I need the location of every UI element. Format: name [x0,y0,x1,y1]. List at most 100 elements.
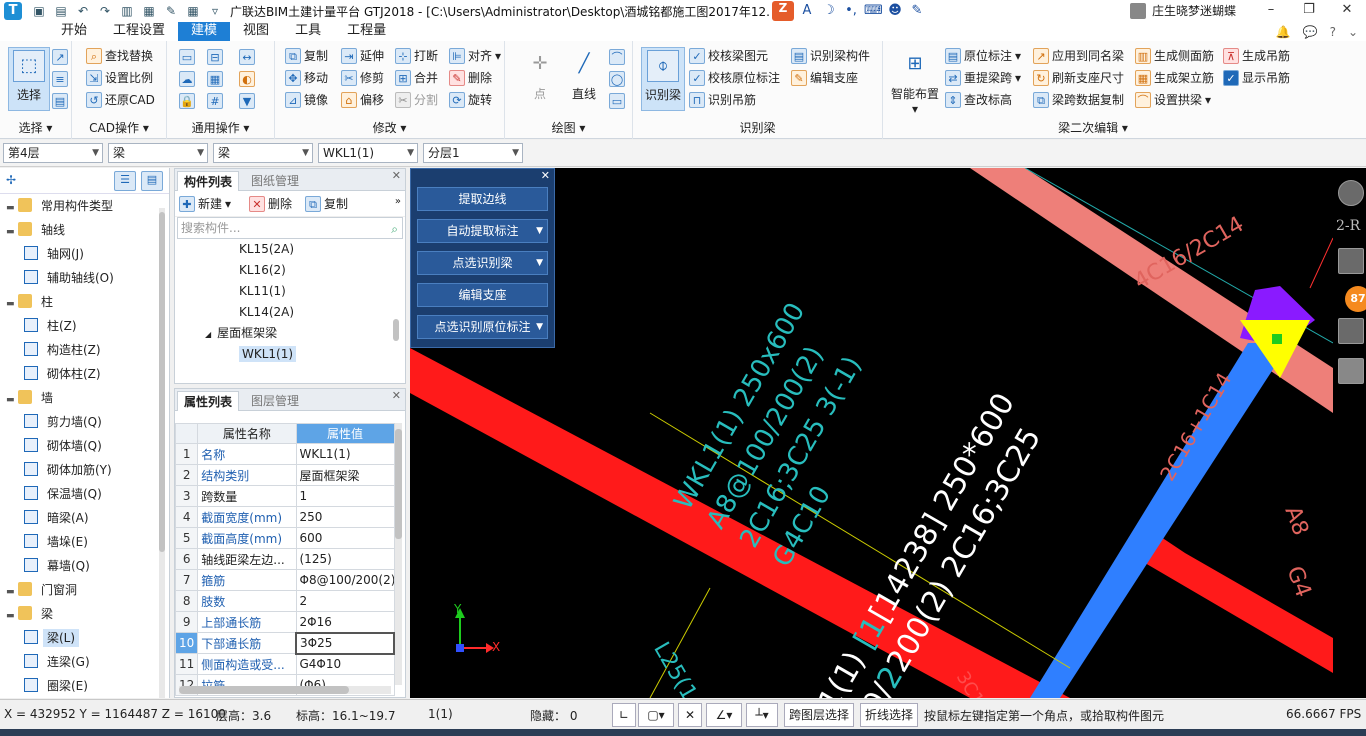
table-row[interactable]: 6 轴线距梁左边... (125) [175,548,395,570]
properties-scrollbar[interactable] [395,423,402,685]
chevron-down-icon[interactable]: ▼ [536,316,543,338]
new-component-button[interactable]: ✚ 新建 ▾ [179,194,231,214]
nav-scrollbar[interactable] [159,208,165,698]
in-situ-label-button[interactable]: ▤ 原位标注 ▾ [945,46,1021,66]
collapse-ribbon-icon[interactable]: ⌄ [1348,25,1358,39]
dimension-icon[interactable]: ⊟ [207,49,223,65]
tab-quantities[interactable]: 工程量 [334,22,399,41]
draw-line-button[interactable]: ╱ 直线 [563,47,605,111]
offset-toggle[interactable]: ┴▾ [746,703,778,727]
tree-item[interactable]: 幕墙(Q) [0,554,169,578]
property-value[interactable]: 2 [295,590,395,612]
property-value[interactable]: 2Φ16 [295,611,395,633]
layer-select[interactable]: 分层1 ▼ [423,143,523,163]
delete-component-button[interactable]: ✕ 删除 [249,194,292,214]
check-beam-button[interactable]: ✓ 校核梁图元 [689,46,768,66]
table-row[interactable]: 10 下部通长筋 3Φ25 [175,631,395,655]
calc-icon[interactable]: ▦ [141,3,157,19]
component-scrollbar[interactable] [393,319,399,341]
expand-icon[interactable]: ▬ [6,196,18,220]
snap-toggle[interactable]: ▢▾ [638,703,674,727]
lock-icon[interactable]: 🔒 [179,93,195,109]
table-row[interactable]: 5 截面高度(mm) 600 [175,527,395,549]
table-row[interactable]: 8 肢数 2 [175,590,395,612]
smart-layout-button[interactable]: ⊞ 智能布置 ▾ [889,47,941,116]
rect-icon[interactable]: ▭ [609,93,625,109]
measure-icon[interactable]: ↔ [239,49,255,65]
tree-category[interactable]: ▬ 梁 [0,602,169,626]
ime-moon-icon[interactable]: ☽ [820,2,838,20]
group-label-secondary[interactable]: 梁二次编辑 ▾ [883,119,1303,137]
grid-icon[interactable]: ▦ [185,3,201,19]
tree-item[interactable]: 剪力墙(Q) [0,410,169,434]
component-search-input[interactable]: 搜索构件... ⌕ [177,217,403,239]
progress-badge[interactable]: 87 [1345,286,1366,312]
osnap-toggle[interactable]: ✕ [678,703,702,727]
ortho-toggle[interactable]: ∟ [612,703,636,727]
set-scale-button[interactable]: ⇲ 设置比例 [86,68,153,88]
component-select[interactable]: WKL1(1) ▼ [318,143,418,163]
collapse-icon[interactable]: ◢ [205,330,211,339]
chat-icon[interactable]: 💬 [1303,25,1318,39]
property-value[interactable]: 1 [295,485,395,507]
draw-point-button[interactable]: ✛ 点 [519,47,561,111]
collapse-icon[interactable]: ▬ [6,388,18,412]
restore-button[interactable]: ❐ [1290,0,1328,22]
tree-item[interactable]: 砌体柱(Z) [0,362,169,386]
search-icon[interactable]: ⌕ [391,219,398,239]
chevron-down-icon[interactable]: ▼ [536,252,543,274]
collapse-icon[interactable]: ▬ [6,220,18,244]
property-value[interactable]: WKL1(1) [295,443,395,465]
show-hanger-checkbox[interactable]: ✓ 显示吊筋 [1223,68,1290,88]
view-cube-icon[interactable] [1338,180,1364,206]
gen-hanger-button[interactable]: ⊼ 生成吊筋 [1223,46,1290,66]
tree-category[interactable]: ▬ 常用构件类型 [0,194,169,218]
grid-snap-icon[interactable]: # [207,93,223,109]
user-account[interactable]: 庄生晓梦迷蝴蝶 [1129,0,1236,22]
set-arch-beam-button[interactable]: ⌒ 设置拱梁 ▾ [1135,90,1211,110]
batch-select-icon[interactable]: ≡ [52,71,68,87]
chevron-down-icon[interactable]: ▼ [536,220,543,242]
property-value[interactable]: (125) [295,548,395,570]
property-value[interactable]: 屋面框架梁 [295,464,395,486]
check-elevation-button[interactable]: ⇕ 查改标高 [945,90,1012,110]
re-extract-span-button[interactable]: ⇄ 重提梁跨 ▾ [945,68,1021,88]
tree-category[interactable]: ▬ 柱 [0,290,169,314]
tree-item[interactable]: 辅助轴线(O) [0,266,169,290]
list-item[interactable]: WKL1(1) [175,344,405,365]
minimize-button[interactable]: – [1252,0,1290,22]
undo-icon[interactable]: ↶ [75,3,91,19]
filter-select-icon[interactable]: ▤ [52,93,68,109]
list-item[interactable]: KL14(2A) [175,302,405,323]
restore-cad-button[interactable]: ↺ 还原CAD [86,90,155,110]
tree-category[interactable]: ▬ 门窗洞 [0,578,169,602]
cloud-icon[interactable]: ☁ [179,71,195,87]
properties-hscrollbar[interactable] [179,686,391,694]
new-file-icon[interactable]: ▤ [53,3,69,19]
table-row[interactable]: 7 箍筋 Φ8@100/200(2) [175,569,395,591]
table-row[interactable]: 4 截面宽度(mm) 250 [175,506,395,528]
ime-punct-icon[interactable]: •, [842,2,860,20]
type-select[interactable]: 梁 ▼ [108,143,208,163]
bell-icon[interactable]: 🔔 [1276,25,1291,39]
collapse-icon[interactable]: ▬ [6,292,18,316]
mirror-button[interactable]: ⊿ 镜像 [285,90,328,110]
close-icon[interactable]: ✕ [392,389,401,402]
arc-icon[interactable]: ⌒ [609,49,625,65]
group-label-cad[interactable]: CAD操作 ▾ [72,119,166,137]
float-action-button[interactable]: 编辑支座 [417,283,548,307]
edit-support-button[interactable]: ✎ 编辑支座 [791,68,858,88]
delete-button[interactable]: ✎ 删除 [449,68,492,88]
floor-select[interactable]: 第4层 ▼ [3,143,103,163]
tree-item[interactable]: 保温墙(Q) [0,482,169,506]
property-value[interactable]: 3Φ25 [295,631,395,655]
refresh-support-button[interactable]: ↻ 刷新支座尺寸 [1033,68,1124,88]
ruler-icon[interactable]: ▥ [119,3,135,19]
cross-layer-select-button[interactable]: 跨图层选择 [784,703,854,727]
close-icon[interactable]: ✕ [541,169,550,182]
tree-item[interactable]: 墙垛(E) [0,530,169,554]
table-row[interactable]: 9 上部通长筋 2Φ16 [175,611,395,633]
customize-icon[interactable]: ▿ [207,3,223,19]
ime-keyboard-icon[interactable]: ⌨ [864,2,883,20]
tree-category[interactable]: ▬ 墙 [0,386,169,410]
